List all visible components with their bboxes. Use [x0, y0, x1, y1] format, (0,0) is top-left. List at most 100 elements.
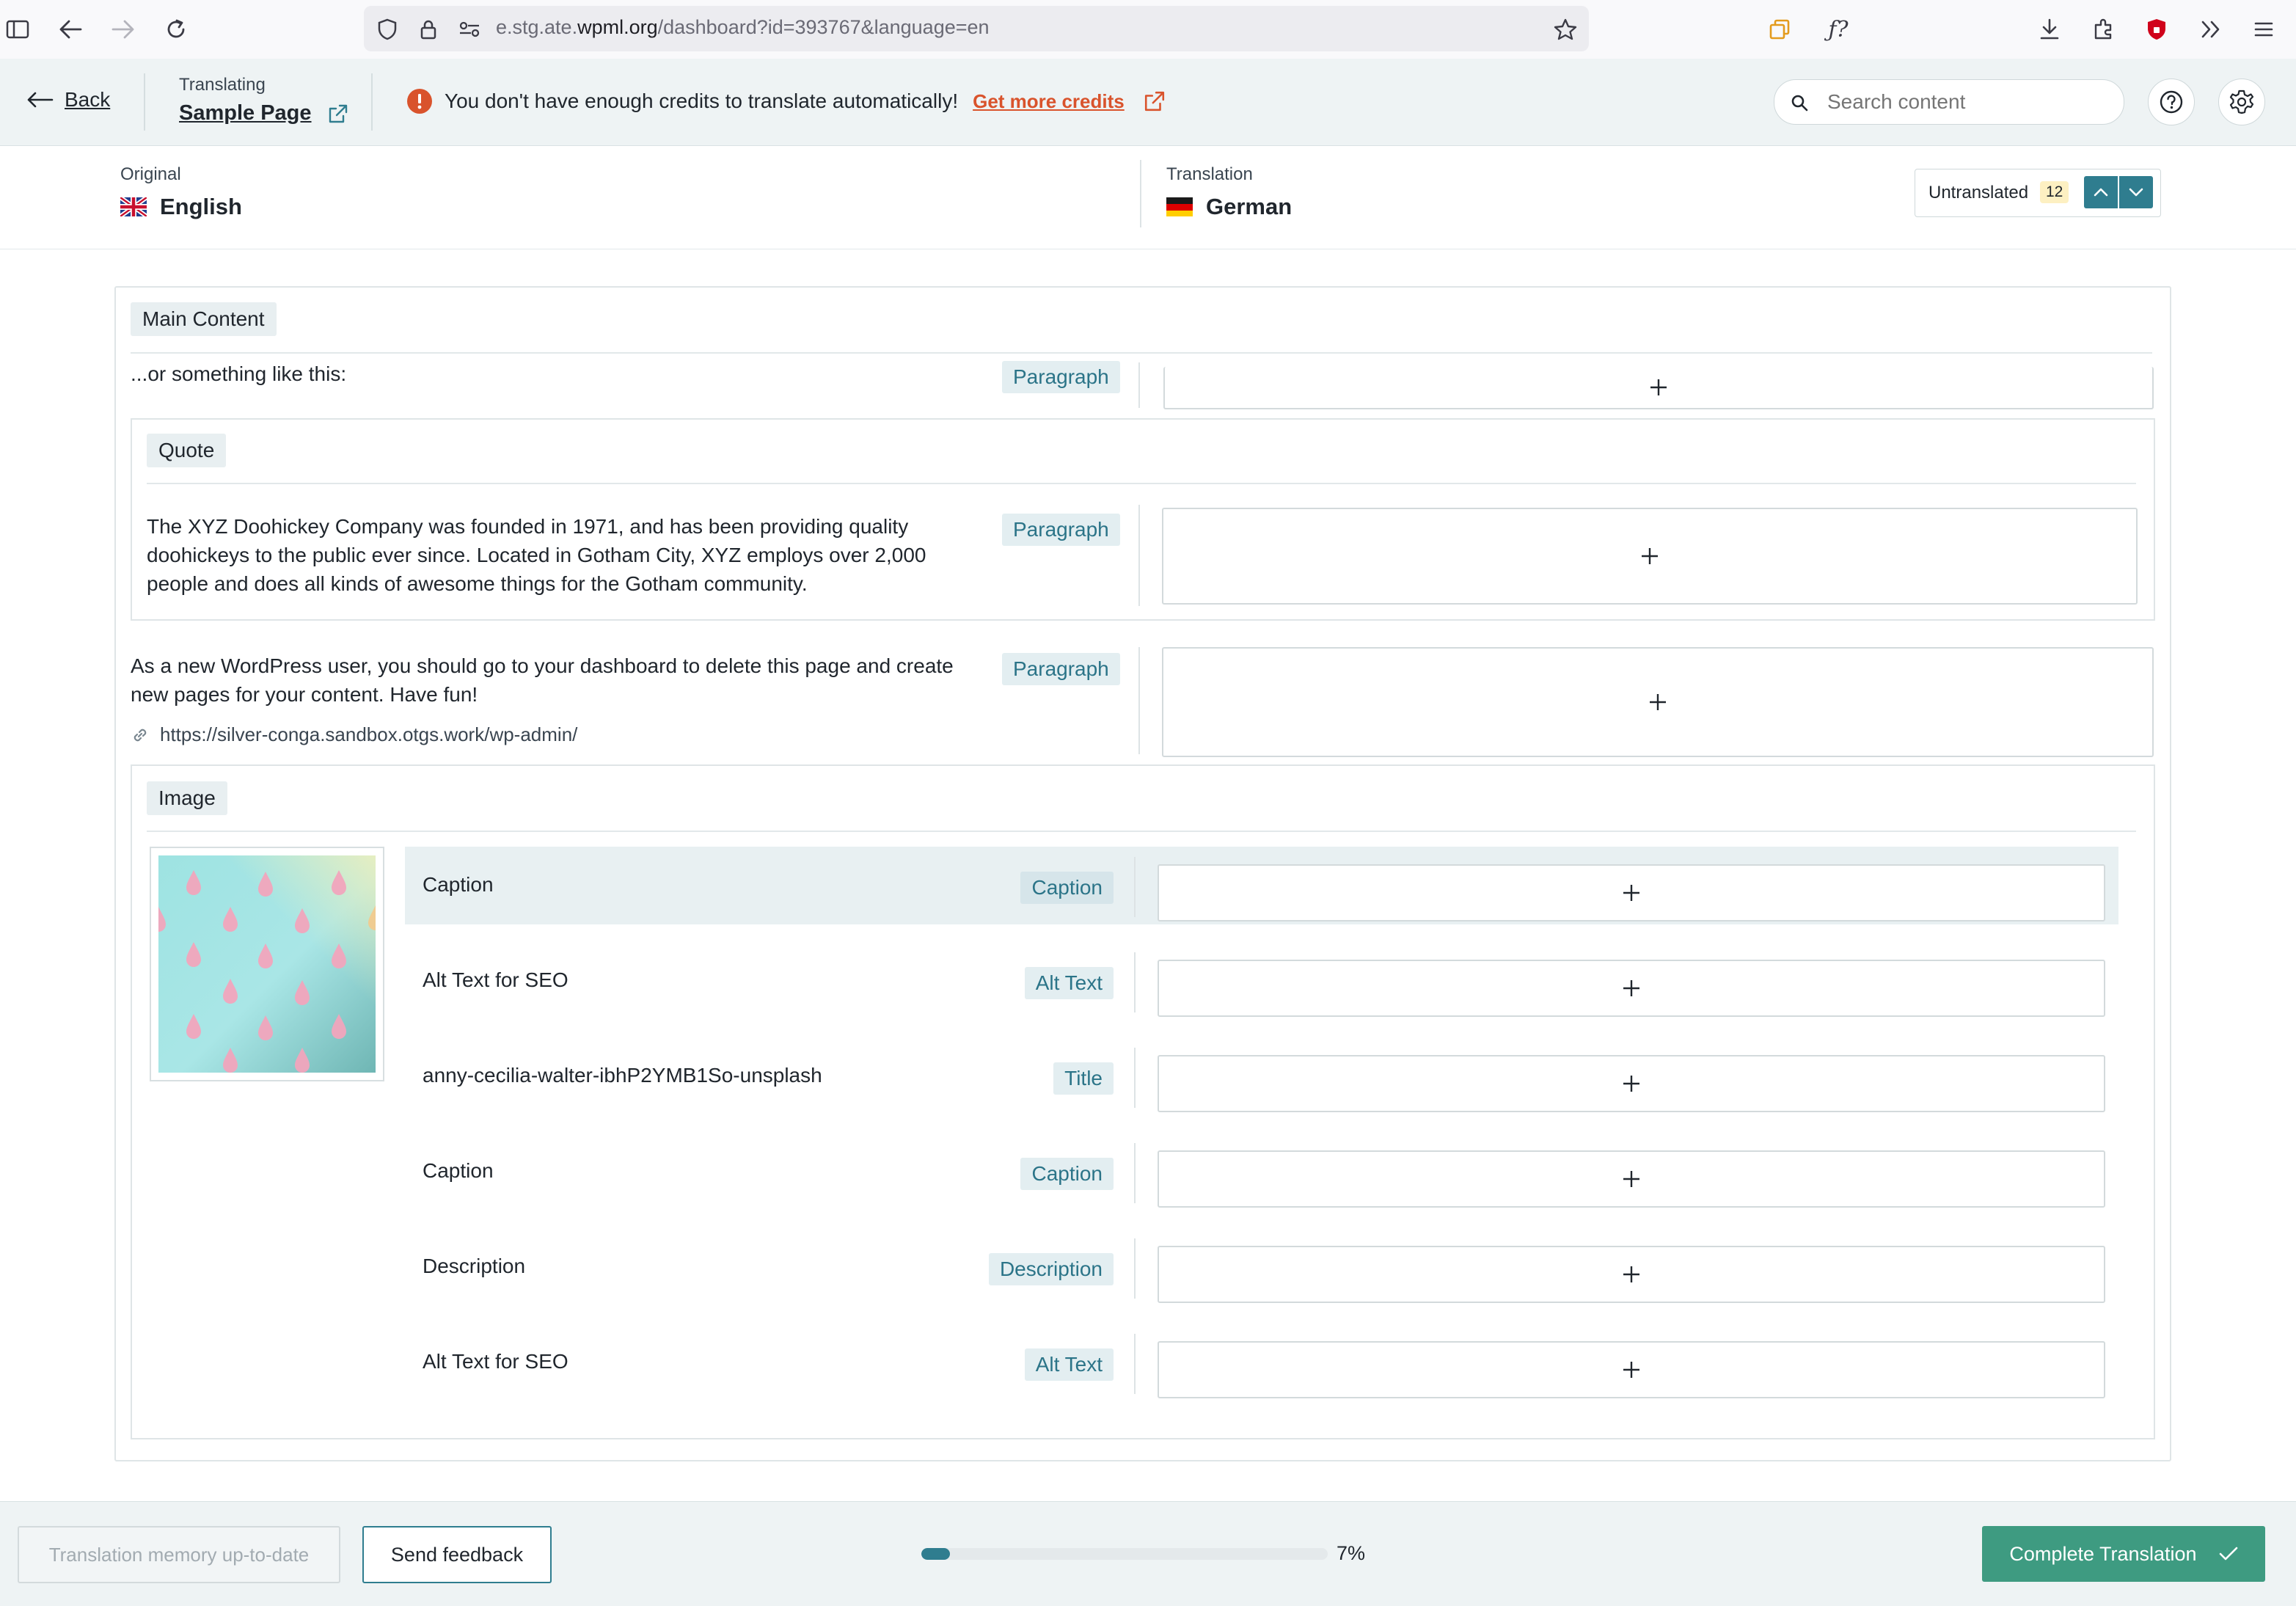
translation-cell[interactable]: [1162, 647, 2154, 757]
complete-translation-button[interactable]: Complete Translation: [1982, 1526, 2265, 1582]
paragraph-link: https://silver-conga.sandbox.otgs.work/w…: [131, 723, 577, 746]
download-icon[interactable]: [2033, 13, 2066, 45]
type-badge: Alt Text: [1024, 967, 1114, 999]
translation-language-name: German: [1206, 194, 1293, 219]
image-row-text: Alt Text for SEO: [423, 1350, 568, 1373]
column-divider: [1138, 505, 1140, 606]
image-row-text: Caption: [423, 1159, 494, 1182]
back-label: Back: [65, 88, 111, 111]
help-question-icon: [2160, 90, 2183, 114]
column-divider: [1134, 857, 1136, 917]
raindrop-pattern-image: [158, 855, 376, 1073]
sidebar-toggle-icon[interactable]: [1, 13, 34, 45]
add-translation-plus-icon: [1650, 694, 1666, 710]
header-divider: [371, 73, 373, 131]
bookmark-star-icon[interactable]: [1549, 13, 1582, 45]
row-source-text: ...or something like this:: [131, 362, 347, 385]
type-badge: Alt Text: [1024, 1348, 1114, 1381]
translation-cell[interactable]: [1162, 508, 2138, 605]
translation-memory-button[interactable]: Translation memory up-to-date: [18, 1526, 340, 1583]
lock-icon[interactable]: [412, 13, 445, 45]
progress-percent: 7%: [1337, 1542, 1366, 1564]
url-path: /dashboard?id=393767&language=en: [657, 16, 990, 38]
add-translation-plus-icon: [1623, 885, 1639, 901]
forward-arrow-icon[interactable]: [107, 13, 139, 45]
credits-warning-text: You don't have enough credits to transla…: [445, 90, 959, 112]
search-icon: [1791, 95, 1808, 112]
type-badge: Description: [988, 1253, 1114, 1285]
more-tools-chevron-icon[interactable]: [2195, 13, 2227, 45]
url-prefix: e.stg.ate.: [496, 16, 578, 38]
type-badge: Caption: [1020, 1158, 1114, 1190]
back-arrow-icon[interactable]: [54, 13, 87, 45]
add-translation-plus-icon: [1623, 1362, 1639, 1378]
gear-icon: [2229, 90, 2254, 114]
external-link-icon[interactable]: [1144, 90, 1166, 112]
column-divider: [1134, 952, 1136, 1012]
search-content-input[interactable]: [1826, 86, 2107, 118]
next-untranslated-button[interactable]: [2119, 176, 2153, 208]
translation-label: Translation: [1166, 164, 1253, 184]
credits-warning: You don't have enough credits to transla…: [406, 88, 1166, 114]
get-more-credits-link[interactable]: Get more credits: [973, 90, 1125, 113]
back-link[interactable]: Back: [26, 88, 110, 112]
ublock-shield-icon[interactable]: [2140, 13, 2173, 45]
url-domain: wpml.org: [577, 16, 658, 38]
image-row-text: Alt Text for SEO: [423, 968, 568, 991]
reload-icon[interactable]: [160, 13, 192, 45]
add-translation-plus-icon: [1650, 379, 1667, 395]
search-content-box[interactable]: [1774, 79, 2124, 125]
send-feedback-button[interactable]: Send feedback: [362, 1526, 552, 1583]
translation-cell[interactable]: [1163, 367, 2154, 409]
type-badge: Title: [1053, 1062, 1114, 1095]
original-label: Original: [120, 164, 181, 184]
page-name-link[interactable]: Sample Page: [179, 101, 312, 125]
translation-cell[interactable]: [1158, 864, 2105, 921]
image-thumbnail: [150, 847, 384, 1081]
image-row-text: Caption: [423, 873, 494, 896]
menu-hamburger-icon[interactable]: [2248, 13, 2280, 45]
progress-fill: [921, 1548, 950, 1560]
header-divider: [144, 73, 145, 131]
language-divider: [1140, 160, 1141, 227]
original-language: English: [120, 194, 242, 220]
paragraph-link-url: https://silver-conga.sandbox.otgs.work/w…: [160, 723, 578, 745]
url-text[interactable]: e.stg.ate.wpml.org/dashboard?id=393767&l…: [496, 16, 990, 39]
previous-untranslated-button[interactable]: [2084, 176, 2118, 208]
section-divider: [131, 352, 2152, 354]
translation-cell[interactable]: [1158, 1055, 2105, 1112]
checkmark-icon: [2219, 1547, 2237, 1561]
translation-language: German: [1166, 194, 1292, 220]
permissions-icon[interactable]: [453, 13, 486, 45]
translation-cell[interactable]: [1158, 1246, 2105, 1303]
extensions-puzzle-icon[interactable]: [2088, 13, 2120, 45]
shield-icon[interactable]: [371, 13, 403, 45]
function-extension-icon[interactable]: ƒ?: [1822, 13, 1854, 45]
browser-toolbar: e.stg.ate.wpml.org/dashboard?id=393767&l…: [0, 0, 2296, 59]
add-translation-plus-icon: [1623, 1266, 1639, 1282]
settings-button[interactable]: [2218, 79, 2265, 125]
translating-label: Translating: [179, 75, 266, 95]
image-row-text: anny-cecilia-walter-ibhP2YMB1So-unsplash: [423, 1064, 822, 1087]
chevron-down-icon: [2129, 188, 2143, 197]
uk-flag-icon: [120, 197, 147, 216]
extension-copy-icon[interactable]: [1763, 13, 1796, 45]
translation-cell[interactable]: [1158, 1341, 2105, 1398]
complete-translation-label: Complete Translation: [2009, 1542, 2197, 1565]
quote-source-text: The XYZ Doohickey Company was founded in…: [147, 515, 926, 595]
type-badge: Paragraph: [1002, 514, 1120, 546]
column-divider: [1138, 647, 1140, 754]
help-button[interactable]: [2148, 79, 2195, 125]
column-divider: [1138, 362, 1140, 408]
back-arrow-icon: [27, 92, 54, 108]
add-translation-plus-icon: [1623, 980, 1639, 996]
progress-bar: [921, 1548, 1328, 1560]
section-divider: [147, 831, 2136, 832]
translation-cell[interactable]: [1158, 1150, 2105, 1208]
external-link-icon[interactable]: [328, 103, 348, 124]
quote-tag: Quote: [147, 434, 227, 467]
warning-icon: [407, 89, 432, 114]
untranslated-filter[interactable]: Untranslated 12: [1915, 169, 2161, 217]
translation-cell[interactable]: [1158, 960, 2105, 1017]
column-divider: [1134, 1334, 1136, 1394]
